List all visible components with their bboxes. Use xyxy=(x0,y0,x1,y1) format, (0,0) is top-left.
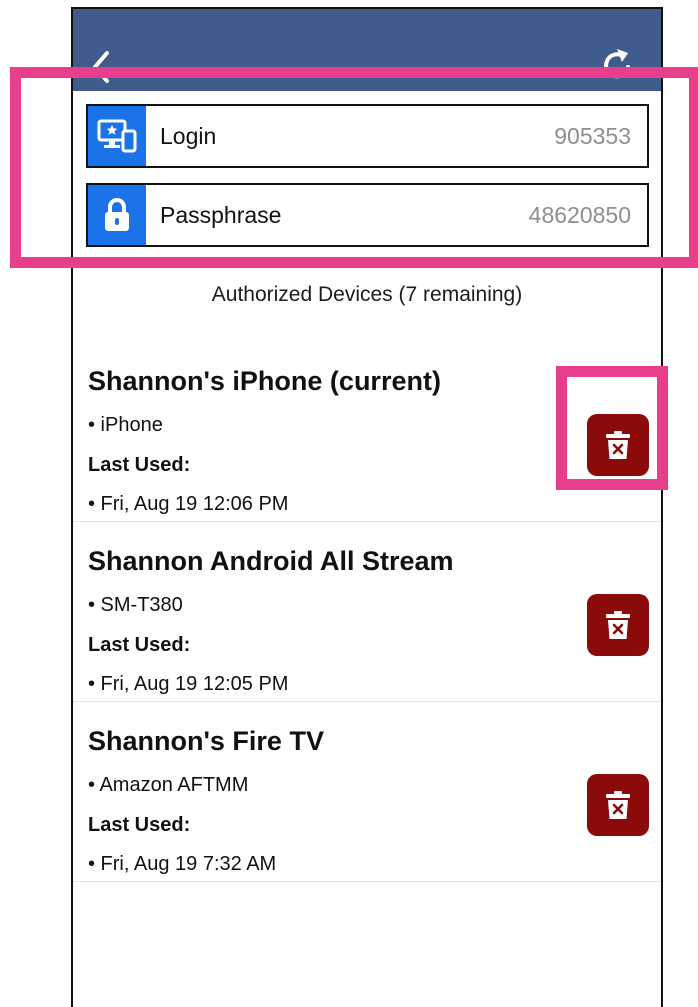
delete-device-button[interactable] xyxy=(587,774,649,836)
delete-device-button[interactable] xyxy=(587,414,649,476)
trash-icon xyxy=(606,611,630,639)
chevron-left-icon xyxy=(93,51,109,83)
device-model: • Amazon AFTMM xyxy=(88,774,249,796)
last-used-label: Last Used: xyxy=(88,634,191,656)
last-used-date: • Fri, Aug 19 7:32 AM xyxy=(88,853,277,875)
device-name: Shannon's Fire TV xyxy=(88,726,324,756)
passphrase-value: 48620850 xyxy=(528,201,631,228)
phone-screen: Login 905353 Passphrase 48620850 Authori… xyxy=(71,7,663,1007)
device-name: Shannon Android All Stream xyxy=(88,546,454,576)
trash-icon xyxy=(606,431,630,459)
device-model: • iPhone xyxy=(88,414,163,436)
last-used-date: • Fri, Aug 19 12:05 PM xyxy=(88,673,289,695)
computer-phone-icon xyxy=(88,106,146,166)
authorized-devices-title: Authorized Devices (7 remaining) xyxy=(211,283,523,306)
last-used-label: Last Used: xyxy=(88,814,191,836)
back-button[interactable] xyxy=(87,47,117,87)
device-model: • SM-T380 xyxy=(88,594,183,616)
login-label: Login xyxy=(160,122,217,149)
last-used-label: Last Used: xyxy=(88,454,191,476)
device-name: Shannon's iPhone (current) xyxy=(88,366,441,396)
nav-bar xyxy=(73,9,661,91)
last-used-date: • Fri, Aug 19 12:06 PM xyxy=(88,493,289,515)
device-item: Shannon's Fire TV • Amazon AFTMM Last Us… xyxy=(73,702,661,882)
device-item: Shannon Android All Stream • SM-T380 Las… xyxy=(73,522,661,702)
device-item: Shannon's iPhone (current) • iPhone Last… xyxy=(73,342,661,522)
delete-device-button[interactable] xyxy=(587,594,649,656)
passphrase-row[interactable]: Passphrase 48620850 xyxy=(86,183,649,247)
trash-icon xyxy=(606,791,630,819)
login-value: 905353 xyxy=(554,122,631,149)
refresh-button[interactable] xyxy=(601,43,635,87)
login-row[interactable]: Login 905353 xyxy=(86,104,649,168)
lock-icon xyxy=(88,185,146,245)
passphrase-label: Passphrase xyxy=(160,201,282,228)
refresh-icon xyxy=(604,49,630,79)
